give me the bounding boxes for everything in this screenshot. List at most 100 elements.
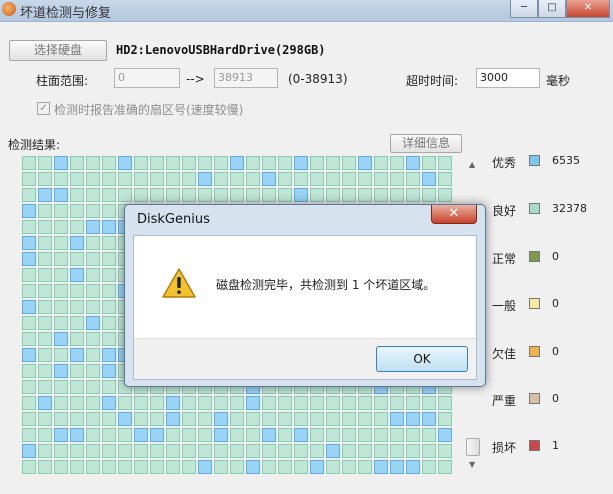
sector-cell <box>342 460 356 474</box>
sector-cell <box>38 444 52 458</box>
sector-cell <box>198 156 212 170</box>
sector-cell <box>326 172 340 186</box>
sector-cell <box>86 252 100 266</box>
scroll-up-icon[interactable]: ▲ <box>469 160 475 169</box>
sector-cell <box>278 412 292 426</box>
sector-cell <box>390 156 404 170</box>
sector-cell <box>54 236 68 250</box>
maximize-icon[interactable]: □ <box>538 0 566 18</box>
sector-cell <box>38 204 52 218</box>
sector-cell <box>182 188 196 202</box>
sector-cell <box>134 156 148 170</box>
sector-cell <box>70 236 84 250</box>
sector-cell <box>102 348 116 362</box>
sector-cell <box>342 156 356 170</box>
select-disk-button[interactable]: 选择硬盘 <box>9 40 107 61</box>
legend-label: 正常 <box>492 252 517 266</box>
ok-button[interactable]: OK <box>376 346 468 372</box>
sector-cell <box>102 332 116 346</box>
minimize-icon[interactable]: ─ <box>510 0 538 18</box>
sector-cell <box>230 156 244 170</box>
sector-cell <box>422 412 436 426</box>
sector-cell <box>134 460 148 474</box>
legend-item-good: 良好 32378 <box>492 202 607 218</box>
sector-cell <box>374 412 388 426</box>
sector-cell <box>438 188 452 202</box>
dialog-close-icon[interactable]: ✕ <box>431 205 477 224</box>
sector-cell <box>166 412 180 426</box>
sector-cell <box>198 412 212 426</box>
legend-swatch <box>529 393 540 404</box>
sector-cell <box>406 444 420 458</box>
sector-cell <box>182 444 196 458</box>
sector-cell <box>358 188 372 202</box>
sector-cell <box>86 460 100 474</box>
sector-cell <box>166 188 180 202</box>
sector-cell <box>86 428 100 442</box>
sector-cell <box>54 444 68 458</box>
sector-cell <box>262 412 276 426</box>
dialog-title: DiskGenius <box>137 212 210 227</box>
sector-cell <box>166 444 180 458</box>
sector-cell <box>86 188 100 202</box>
sector-cell <box>54 364 68 378</box>
report-sector-checkbox[interactable]: ✓ <box>37 102 50 115</box>
window-close-icon[interactable]: ✕ <box>566 0 610 18</box>
sector-cell <box>38 300 52 314</box>
sector-cell <box>166 396 180 410</box>
sector-cell <box>246 188 260 202</box>
scroll-down-icon[interactable]: ▼ <box>469 460 475 469</box>
sector-cell <box>422 156 436 170</box>
sector-cell <box>102 156 116 170</box>
sector-cell <box>230 428 244 442</box>
sector-cell <box>310 428 324 442</box>
sector-cell <box>198 396 212 410</box>
app-icon <box>2 2 16 16</box>
sector-cell <box>22 236 36 250</box>
sector-cell <box>22 412 36 426</box>
sector-cell <box>262 396 276 410</box>
sector-cell <box>198 428 212 442</box>
sector-cell <box>262 428 276 442</box>
sector-cell <box>326 188 340 202</box>
sector-cell <box>38 364 52 378</box>
detail-info-button[interactable]: 详细信息 <box>390 134 462 153</box>
sector-cell <box>86 172 100 186</box>
sector-cell <box>246 444 260 458</box>
range-arrow: --> <box>186 72 205 86</box>
sector-cell <box>70 204 84 218</box>
sector-cell <box>406 188 420 202</box>
sector-cell <box>54 268 68 282</box>
sector-cell <box>22 380 36 394</box>
result-dialog: DiskGenius ✕ 磁盘检测完毕，共检测到 1 个坏道区域。 OK <box>124 204 486 387</box>
sector-cell <box>150 172 164 186</box>
sector-cell <box>102 428 116 442</box>
sector-cell <box>86 396 100 410</box>
sector-cell <box>102 412 116 426</box>
sector-cell <box>438 412 452 426</box>
sector-cell <box>102 284 116 298</box>
sector-cell <box>22 204 36 218</box>
cylinder-to-field[interactable]: 38913 <box>214 68 278 88</box>
scroll-thumb[interactable] <box>466 438 480 456</box>
sector-cell <box>118 396 132 410</box>
sector-cell <box>86 220 100 234</box>
sector-cell <box>70 380 84 394</box>
sector-cell <box>342 396 356 410</box>
sector-cell <box>278 460 292 474</box>
sector-cell <box>326 444 340 458</box>
sector-cell <box>102 364 116 378</box>
sector-cell <box>262 460 276 474</box>
sector-cell <box>54 460 68 474</box>
cylinder-from-field[interactable]: 0 <box>114 68 180 88</box>
sector-cell <box>374 428 388 442</box>
sector-cell <box>294 460 308 474</box>
sector-cell <box>118 444 132 458</box>
sector-cell <box>102 316 116 330</box>
sector-cell <box>22 220 36 234</box>
sector-cell <box>38 460 52 474</box>
sector-cell <box>246 460 260 474</box>
sector-cell <box>150 412 164 426</box>
timeout-field[interactable]: 3000 <box>476 68 540 88</box>
sector-cell <box>406 156 420 170</box>
